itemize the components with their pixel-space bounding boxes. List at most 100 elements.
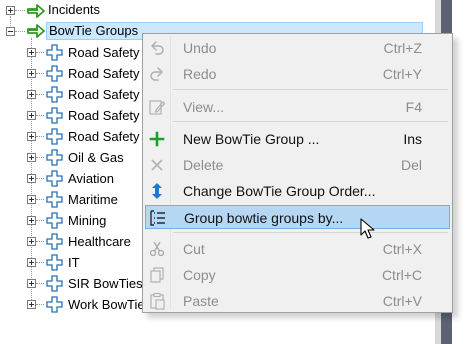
plus-cross-icon xyxy=(46,86,63,103)
tree-connector xyxy=(15,31,25,33)
expand-icon[interactable] xyxy=(27,153,36,162)
tree-item-label: Road Safety xyxy=(68,108,140,123)
plus-cross-icon xyxy=(46,275,63,292)
menu-item-shortcut: Del xyxy=(400,157,422,173)
tree-item-label: SIR BowTies xyxy=(68,276,143,291)
plus-cross-icon xyxy=(46,254,63,271)
copy-icon xyxy=(148,266,166,284)
tree-connector xyxy=(36,283,44,285)
expand-icon[interactable] xyxy=(27,174,36,183)
expand-icon[interactable] xyxy=(27,216,36,225)
menu-item-label: View... xyxy=(183,99,224,115)
tree-item-label: Road Safety xyxy=(68,87,140,102)
menu-item-group-bowtie-groups-by[interactable]: Group bowtie groups by... xyxy=(145,205,450,229)
context-menu: Undo Ctrl+Z Redo Ctrl+Y View... F4 New BowTie … xyxy=(142,33,453,313)
tree-item-label: Road Safety xyxy=(68,66,140,81)
expand-icon[interactable] xyxy=(27,195,36,204)
menu-item-label: Change BowTie Group Order... xyxy=(183,183,376,199)
right-arrow-icon xyxy=(27,24,45,38)
expand-icon[interactable] xyxy=(27,132,36,141)
plus-cross-icon xyxy=(46,233,63,250)
sort-order-icon xyxy=(148,182,166,200)
menu-item-copy[interactable]: Copy Ctrl+C xyxy=(145,263,450,287)
undo-icon xyxy=(148,39,166,57)
group-by-icon xyxy=(149,209,167,227)
menu-item-redo[interactable]: Redo Ctrl+Y xyxy=(145,62,450,86)
menu-item-label: Redo xyxy=(183,66,217,82)
expand-icon[interactable] xyxy=(27,69,36,78)
tree-connector xyxy=(36,157,44,159)
paste-icon xyxy=(148,292,166,310)
menu-item-shortcut: Ctrl+Z xyxy=(383,40,423,56)
plus-cross-icon xyxy=(46,107,63,124)
expand-icon[interactable] xyxy=(6,6,15,15)
expand-icon[interactable] xyxy=(27,237,36,246)
add-icon xyxy=(148,130,166,148)
plus-cross-icon xyxy=(46,170,63,187)
collapse-icon[interactable] xyxy=(6,27,15,36)
menu-item-undo[interactable]: Undo Ctrl+Z xyxy=(145,36,450,60)
menu-item-label: Undo xyxy=(183,40,217,56)
tree-item-label: Mining xyxy=(68,213,107,228)
tree-connector xyxy=(36,262,44,264)
menu-item-label: Paste xyxy=(183,293,219,309)
menu-item-change-bowtie-group-order[interactable]: Change BowTie Group Order... xyxy=(145,179,450,203)
tree-connector xyxy=(36,178,44,180)
tree-item-label: Healthcare xyxy=(68,234,131,249)
plus-cross-icon xyxy=(46,65,63,82)
tree-item-label: Oil & Gas xyxy=(68,150,124,165)
menu-item-view[interactable]: View... F4 xyxy=(145,95,450,119)
menu-item-label: New BowTie Group ... xyxy=(183,131,320,147)
tree-connector xyxy=(36,94,44,96)
tree-item-label: Incidents xyxy=(48,2,101,17)
menu-item-shortcut: F4 xyxy=(405,99,422,115)
tree-item-label: Work BowTies xyxy=(68,297,152,312)
expand-icon[interactable] xyxy=(27,90,36,99)
menu-item-delete[interactable]: Delete Del xyxy=(145,153,450,177)
tree-connector xyxy=(36,52,44,54)
plus-cross-icon xyxy=(46,149,63,166)
menu-item-shortcut: Ctrl+V xyxy=(382,293,422,309)
menu-item-new-bowtie-group[interactable]: New BowTie Group ... Ins xyxy=(145,127,450,151)
menu-item-shortcut: Ins xyxy=(403,131,422,147)
plus-cross-icon xyxy=(46,44,63,61)
expand-icon[interactable] xyxy=(27,300,36,309)
menu-item-cut[interactable]: Cut Ctrl+X xyxy=(145,237,450,261)
menu-item-label: Delete xyxy=(183,157,224,173)
expand-icon[interactable] xyxy=(27,111,36,120)
menu-item-shortcut: Ctrl+C xyxy=(381,267,422,283)
menu-separator xyxy=(173,121,448,122)
tree-item-label: Road Safety xyxy=(68,129,140,144)
tree-connector xyxy=(36,241,44,243)
scissors-icon xyxy=(148,240,166,258)
right-arrow-icon xyxy=(27,4,45,18)
menu-item-label: Group bowtie groups by... xyxy=(184,210,344,226)
menu-item-shortcut: Ctrl+Y xyxy=(382,66,422,82)
menu-item-paste[interactable]: Paste Ctrl+V xyxy=(145,289,450,313)
plus-cross-icon xyxy=(46,296,63,313)
menu-separator xyxy=(173,232,448,233)
tree-item-label: Maritime xyxy=(68,192,118,207)
expand-icon[interactable] xyxy=(27,279,36,288)
tree-connector xyxy=(36,136,44,138)
tree-item-label: Road Safety xyxy=(68,45,140,60)
expand-icon[interactable] xyxy=(27,258,36,267)
tree-connector xyxy=(36,73,44,75)
menu-item-label: Copy xyxy=(183,267,216,283)
plus-cross-icon xyxy=(46,128,63,145)
tree-connector xyxy=(36,220,44,222)
edit-icon xyxy=(148,98,166,116)
redo-icon xyxy=(148,65,166,83)
tree-item-label: Aviation xyxy=(68,171,115,186)
menu-item-shortcut: Ctrl+X xyxy=(382,241,422,257)
tree-connector xyxy=(36,115,44,117)
mouse-cursor-icon xyxy=(360,218,375,239)
tree-connector xyxy=(36,199,44,201)
tree-connector xyxy=(36,304,44,306)
tree-connector xyxy=(15,10,25,12)
plus-cross-icon xyxy=(46,212,63,229)
menu-separator xyxy=(173,89,448,90)
delete-x-icon xyxy=(148,156,166,174)
expand-icon[interactable] xyxy=(27,48,36,57)
menu-item-label: Cut xyxy=(183,241,205,257)
